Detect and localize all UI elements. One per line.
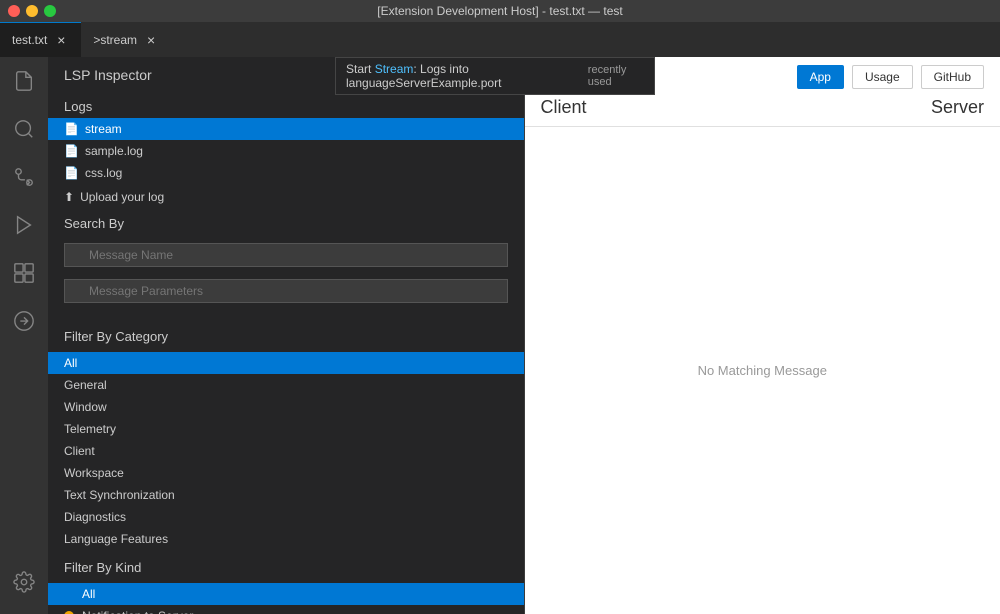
autocomplete-text: Start Stream: Logs into languageServerEx… [346,62,588,90]
content-area: LSP Inspector Logs 📄 stream 📄 sample.log… [48,57,1000,614]
right-content: No Matching Message [525,127,1000,614]
lsp-panel: LSP Inspector Logs 📄 stream 📄 sample.log… [48,57,525,614]
filter-diagnostics[interactable]: Diagnostics [48,506,524,528]
search-by-title: Search By [48,210,524,235]
activity-bottom [0,558,48,614]
autocomplete-dropdown: Start Stream: Logs into languageServerEx… [335,57,655,95]
search-activity-icon[interactable] [0,105,48,153]
file-icon: 📄 [64,122,79,136]
file-icon: 📄 [64,166,79,180]
debug-icon[interactable] [0,201,48,249]
no-matching-message: No Matching Message [698,363,827,378]
header-buttons: App Usage GitHub [797,65,984,89]
traffic-lights [8,5,56,17]
window-title: [Extension Development Host] - test.txt … [377,4,622,18]
autocomplete-item[interactable]: Start Stream: Logs into languageServerEx… [336,58,654,94]
tab-close-icon[interactable]: × [53,32,69,48]
tab-close-icon[interactable]: × [143,32,159,48]
kind-dot-all [64,589,74,599]
message-params-input[interactable] [64,279,508,303]
log-item-css[interactable]: 📄 css.log [48,162,524,184]
filter-category-section: All General Window Telemetry Client Work… [48,348,524,554]
log-item-stream[interactable]: 📄 stream [48,118,524,140]
main-layout: LSP Inspector Logs 📄 stream 📄 sample.log… [0,57,1000,614]
filter-category-title: Filter By Category [48,323,524,348]
message-name-input[interactable] [64,243,508,267]
kind-notification-to-server[interactable]: Notification to Server [48,605,524,614]
minimize-button[interactable] [26,5,38,17]
file-icon: 📄 [64,144,79,158]
filter-general[interactable]: General [48,374,524,396]
message-params-wrapper: 🔍 [64,279,508,309]
title-bar: [Extension Development Host] - test.txt … [0,0,1000,22]
extensions-icon[interactable] [0,249,48,297]
close-button[interactable] [8,5,20,17]
right-columns: Client Server [525,97,1000,127]
activity-bar [0,57,48,614]
search-section: 🔍 🔍 [48,235,524,323]
filter-kind-title: Filter By Kind [48,554,524,579]
app-button[interactable]: App [797,65,844,89]
right-panel: App Usage GitHub Client Server No Matchi… [525,57,1000,614]
remote-icon[interactable] [0,297,48,345]
logs-section-title: Logs [48,93,524,118]
filter-window[interactable]: Window [48,396,524,418]
message-name-wrapper: 🔍 [64,243,508,273]
tab-label: test.txt [12,33,47,47]
server-label: Server [784,97,984,118]
log-item-sample[interactable]: 📄 sample.log [48,140,524,162]
client-label: Client [541,97,785,118]
tab-label: >stream [93,33,137,47]
tab-test-txt[interactable]: test.txt × [0,22,81,57]
upload-log-button[interactable]: ⬆ Upload your log [48,184,524,210]
files-icon[interactable] [0,57,48,105]
filter-client[interactable]: Client [48,440,524,462]
source-control-icon[interactable] [0,153,48,201]
tab-stream[interactable]: >stream × [81,22,171,57]
recently-used-badge: recently used [588,64,644,88]
filter-all[interactable]: All [48,352,524,374]
filter-language-features[interactable]: Language Features [48,528,524,550]
filter-kind-section: All Notification to Server Notification … [48,579,524,614]
tab-bar: test.txt × >stream × Start Stream: Logs … [0,22,1000,57]
filter-telemetry[interactable]: Telemetry [48,418,524,440]
filter-workspace[interactable]: Workspace [48,462,524,484]
filter-text-sync[interactable]: Text Synchronization [48,484,524,506]
kind-all[interactable]: All [48,583,524,605]
upload-icon: ⬆ [64,190,74,204]
usage-button[interactable]: Usage [852,65,913,89]
settings-icon[interactable] [0,558,48,606]
github-button[interactable]: GitHub [921,65,984,89]
maximize-button[interactable] [44,5,56,17]
